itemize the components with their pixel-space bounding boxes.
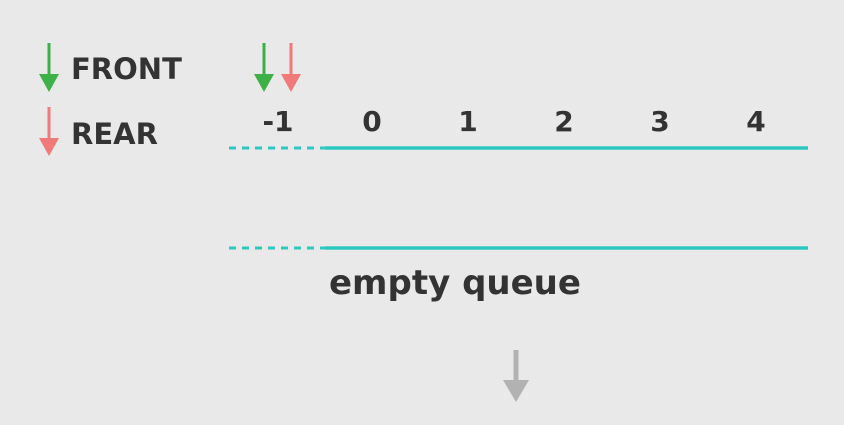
index-label: 3	[650, 105, 670, 138]
rear-legend-arrow-icon	[39, 107, 59, 156]
rear-legend-label: REAR	[71, 117, 158, 151]
queue-caption: empty queue	[329, 263, 581, 303]
index-label: 2	[554, 105, 574, 138]
front-pointer-arrow-icon	[254, 43, 274, 92]
front-legend-arrow-icon	[39, 43, 59, 92]
index-label: 0	[362, 105, 382, 138]
next-step-arrow-icon	[503, 350, 529, 402]
front-legend-label: FRONT	[71, 52, 182, 86]
rear-pointer-arrow-icon	[281, 43, 301, 92]
index-label: -1	[262, 105, 294, 138]
queue-diagram: FRONT REAR -1 0 1 2 3 4 empty queue	[0, 0, 844, 425]
index-label: 1	[458, 105, 478, 138]
index-label: 4	[746, 105, 766, 138]
